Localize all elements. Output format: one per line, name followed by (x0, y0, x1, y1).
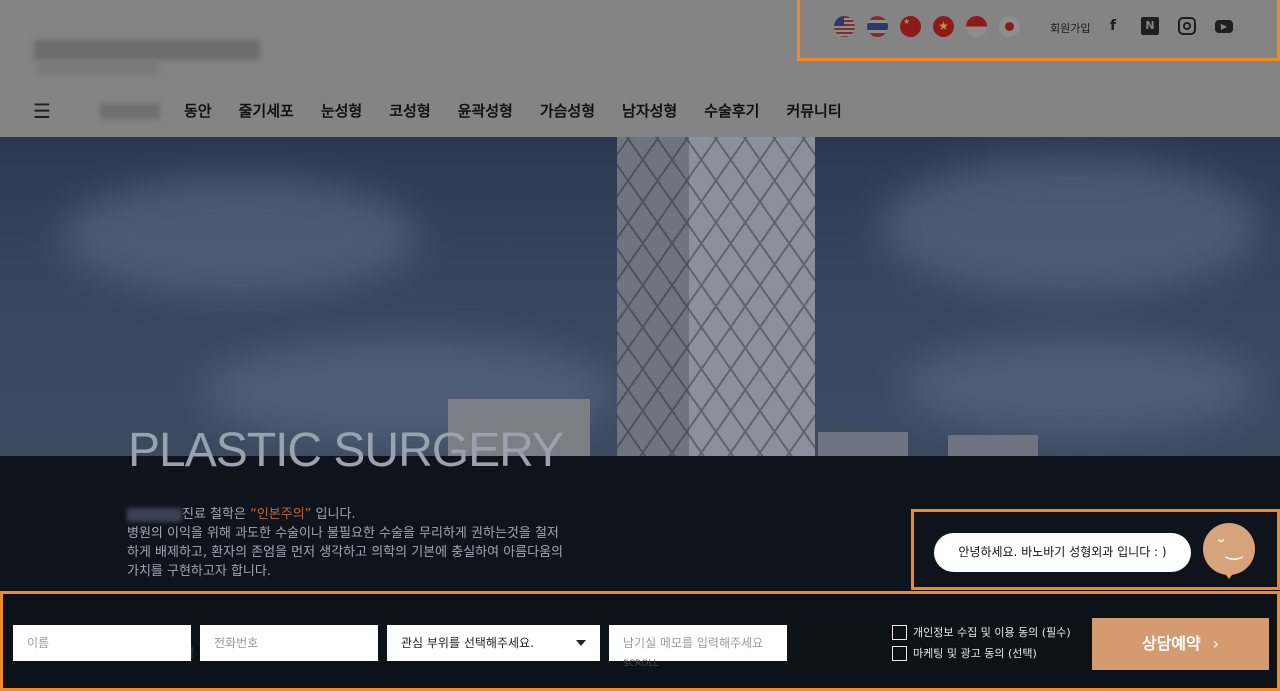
memo-input[interactable]: 남기실 메모를 입력해주세요 (609, 625, 787, 661)
us-flag-icon[interactable] (834, 16, 855, 37)
cloud-shape (60, 177, 420, 297)
marketing-consent-label: 마케팅 및 광고 동의 (선택) (913, 647, 1037, 660)
nav-item-blurred[interactable] (100, 103, 160, 119)
privacy-consent-label: 개인정보 수집 및 이용 동의 (필수) (913, 626, 1071, 639)
hero-banner (0, 137, 1280, 456)
facebook-icon[interactable]: f (1104, 17, 1122, 35)
vietnam-flag-icon[interactable]: ★ (933, 16, 954, 37)
checkbox-box[interactable] (892, 624, 907, 640)
language-flags: ★ ★ (834, 16, 1032, 37)
chatbot-widget: 안녕하세요. 바노바기 성형외과 입니다 : ) ˘‿ (911, 509, 1280, 590)
china-flag-icon[interactable]: ★ (900, 16, 921, 37)
name-input[interactable]: 이름 (13, 625, 191, 661)
submit-label: 상담예약 (1141, 634, 1201, 653)
philosophy-accent: “인본주의” (250, 507, 312, 522)
main-nav: 동안 줄기세포 눈성형 코성형 윤곽성형 가슴성형 남자성형 수술후기 커뮤니티 (184, 100, 869, 122)
naver-blog-icon[interactable]: N (1141, 17, 1159, 35)
logo-subtitle-blurred (38, 62, 158, 74)
checkbox-box[interactable] (892, 645, 907, 661)
nav-item-contour[interactable]: 윤곽성형 (458, 100, 513, 122)
nav-item-stemcell[interactable]: 줄기세포 (239, 100, 294, 122)
philosophy-text: 진료 철학은 “인본주의” 입니다. 병원의 이익을 위해 과도한 수술이나 불… (127, 505, 567, 581)
philosophy-lead: 진료 철학은 (182, 507, 251, 522)
top-utility-bar: ★ ★ 회원가입 f N ▶ (797, 0, 1280, 61)
hero-title: PLASTIC SURGERY (128, 424, 564, 477)
instagram-icon[interactable] (1178, 17, 1196, 35)
interest-area-select[interactable]: 관심 부위를 선택해주세요. (387, 625, 600, 661)
nav-item-nose[interactable]: 코성형 (389, 100, 430, 122)
nav-item-antiaging[interactable]: 동안 (184, 100, 212, 122)
chatbot-face-icon: ˘‿ (1216, 536, 1243, 560)
clinic-tower-image (617, 137, 815, 456)
signup-link[interactable]: 회원가입 (1050, 20, 1090, 36)
social-links: f N ▶ (1104, 17, 1252, 35)
nav-item-reviews[interactable]: 수술후기 (704, 100, 759, 122)
site-header: ☰ 동안 줄기세포 눈성형 코성형 윤곽성형 가슴성형 남자성형 수술후기 커뮤… (0, 0, 1280, 137)
clinic-name-blurred (127, 507, 182, 522)
japan-flag-icon[interactable] (999, 16, 1020, 37)
cloud-shape (900, 337, 1260, 437)
thai-flag-icon[interactable] (867, 16, 888, 37)
consultation-form: 경 이름 전화번호 관심 부위를 선택해주세요. 남기실 메모를 입력해주세요 … (0, 591, 1280, 691)
nav-item-eye[interactable]: 눈성형 (321, 100, 362, 122)
chatbot-avatar-icon[interactable]: ˘‿ (1203, 523, 1255, 579)
philosophy-lead-end: 입니다. (311, 507, 356, 522)
menu-icon[interactable]: ☰ (33, 99, 51, 123)
philosophy-body: 병원의 이익을 위해 과도한 수술이나 불필요한 수술을 무리하게 권하는것을 … (127, 526, 564, 579)
indonesia-flag-icon[interactable] (966, 16, 987, 37)
cloud-shape (880, 157, 1260, 297)
building-image (818, 432, 908, 456)
logo-mark-blurred (34, 40, 260, 60)
book-consultation-button[interactable]: 상담예약 › (1092, 618, 1269, 670)
nav-item-men[interactable]: 남자성형 (622, 100, 677, 122)
scroll-indicator: SCROLL (623, 659, 659, 669)
nav-item-community[interactable]: 커뮤니티 (786, 100, 841, 122)
chevron-right-icon: › (1212, 634, 1220, 653)
chatbot-greeting-bubble[interactable]: 안녕하세요. 바노바기 성형외과 입니다 : ) (934, 533, 1191, 572)
marketing-consent-checkbox[interactable]: 마케팅 및 광고 동의 (선택) (892, 645, 1037, 661)
logo[interactable] (34, 38, 264, 80)
phone-input[interactable]: 전화번호 (200, 625, 378, 661)
youtube-icon[interactable]: ▶ (1215, 20, 1233, 33)
building-image (948, 435, 1038, 456)
privacy-consent-checkbox[interactable]: 개인정보 수집 및 이용 동의 (필수) (892, 624, 1071, 640)
nav-item-breast[interactable]: 가슴성형 (540, 100, 595, 122)
tower-shadow (617, 137, 689, 456)
